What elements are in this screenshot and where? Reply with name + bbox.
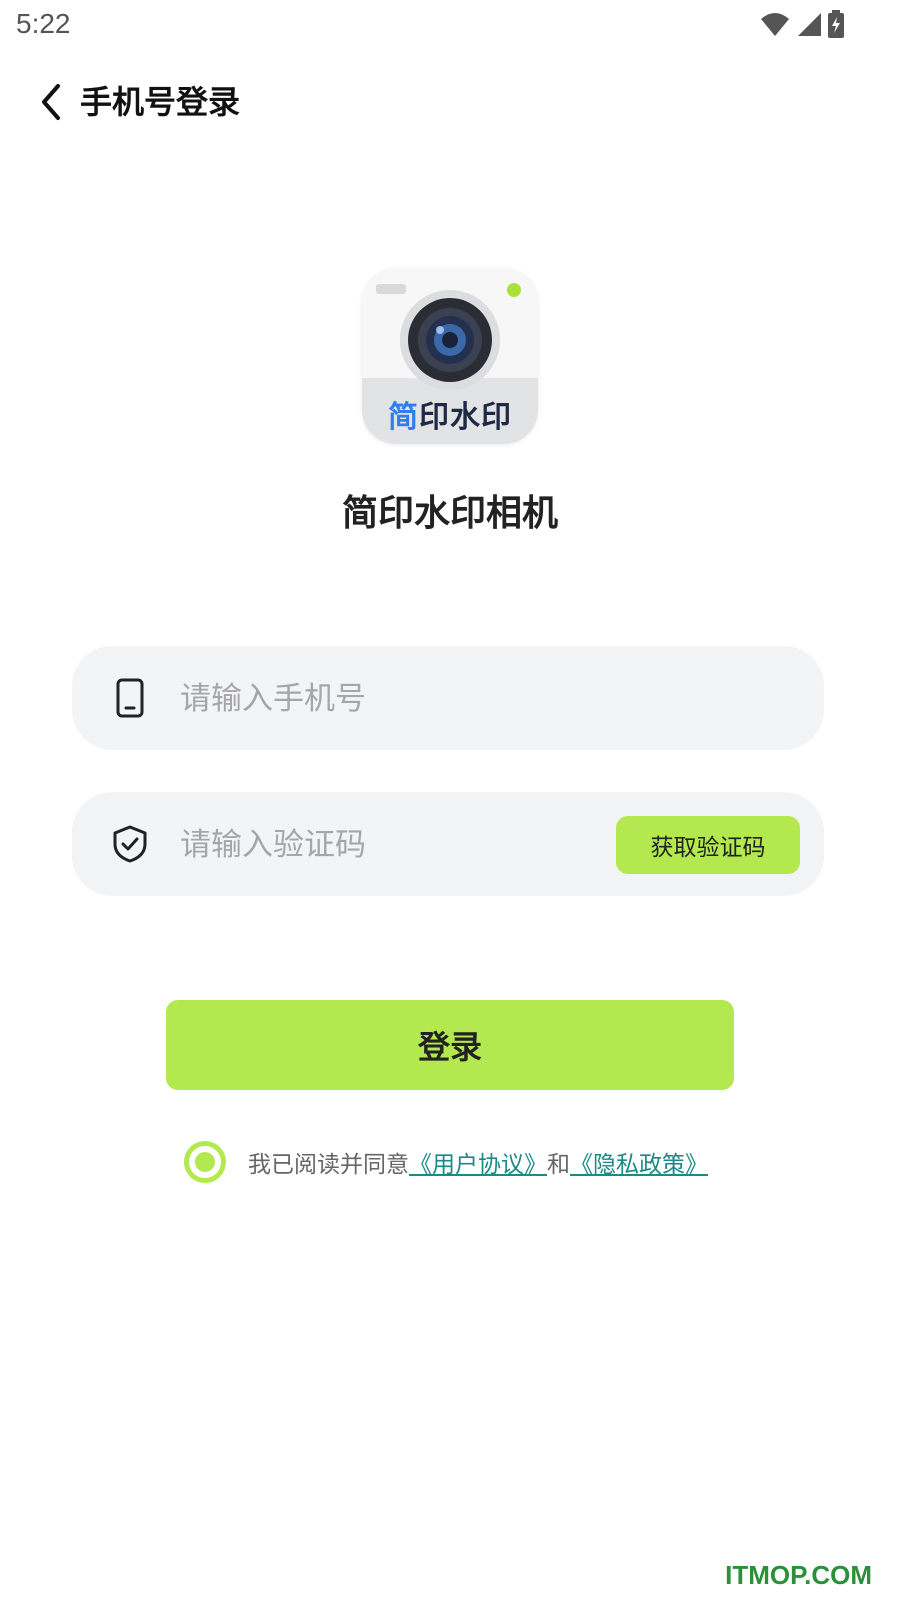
phone-icon: [110, 678, 150, 718]
agreement-text: 我已阅读并同意《用户协议》和《隐私政策》: [248, 1145, 708, 1179]
wifi-icon: [761, 13, 789, 36]
logo-text-rest: 印水印: [419, 400, 512, 435]
battery-charging-icon: [828, 10, 844, 38]
status-time: 5:22: [16, 8, 71, 39]
status-bar: 5:22: [0, 0, 900, 50]
code-input[interactable]: [178, 814, 602, 876]
get-code-button[interactable]: 获取验证码: [616, 816, 800, 874]
status-icons: [760, 8, 844, 40]
page-title: 手机号登录: [80, 83, 241, 121]
agree-radio[interactable]: [184, 1141, 226, 1183]
privacy-policy-link[interactable]: 《隐私政策》: [570, 1152, 708, 1178]
cell-signal-icon: [798, 13, 821, 36]
agreement: 我已阅读并同意《用户协议》和《隐私政策》: [184, 1140, 708, 1184]
radio-dot: [195, 1152, 215, 1172]
phone-field: [72, 646, 824, 750]
chevron-left-icon[interactable]: [34, 80, 70, 124]
watermark: ITMOP.COM: [725, 1560, 872, 1590]
logo-text-full: 简印水印: [388, 400, 512, 435]
code-field: 获取验证码: [72, 792, 824, 896]
agreement-prefix: 我已阅读并同意: [248, 1152, 409, 1178]
agreement-conjunction: 和: [547, 1152, 570, 1178]
logo-text-accent: 简: [388, 400, 419, 435]
app-logo: 简印水印: [362, 268, 538, 444]
login-button[interactable]: 登录: [166, 1000, 734, 1090]
shield-check-icon: [110, 824, 150, 864]
phone-input[interactable]: [178, 668, 602, 730]
nav-bar: 手机号登录: [0, 62, 900, 142]
user-agreement-link[interactable]: 《用户协议》: [409, 1152, 547, 1178]
logo-text: 简印水印: [362, 392, 538, 436]
app-name: 简印水印相机: [341, 493, 558, 534]
